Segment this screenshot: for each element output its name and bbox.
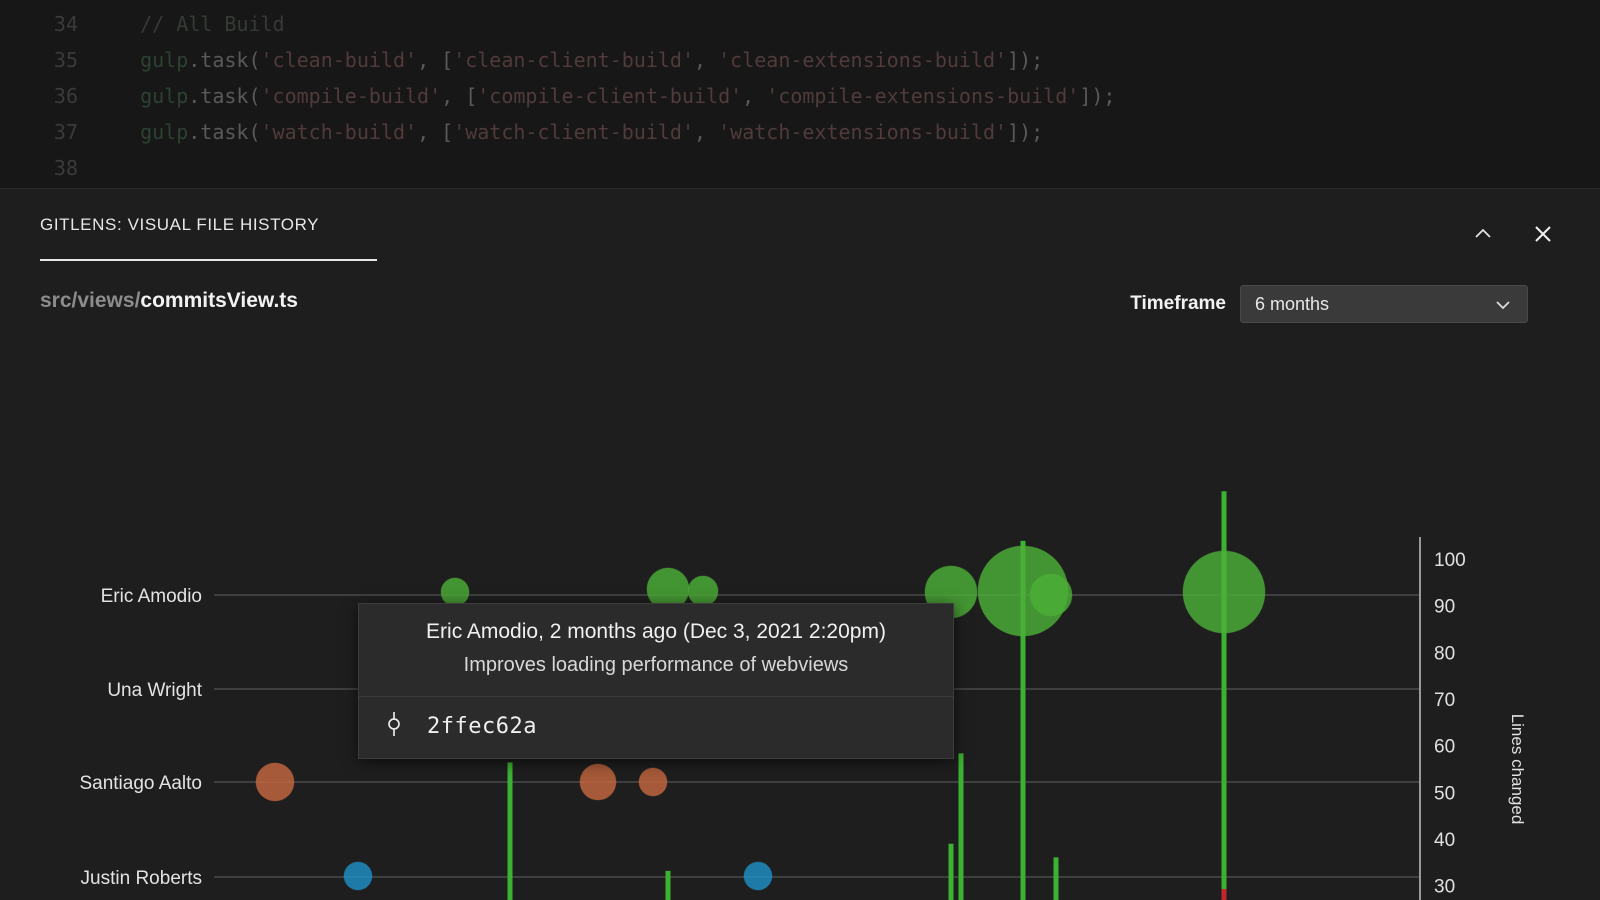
code-token (116, 84, 140, 108)
panel-title: GITLENS: VISUAL FILE HISTORY (40, 215, 319, 235)
y-tick-label-80: 80 (1434, 643, 1455, 664)
commit-tooltip: Eric Amodio, 2 months ago (Dec 3, 2021 2… (358, 603, 954, 759)
commit-bubble-7[interactable] (256, 763, 294, 801)
code-token: , (742, 84, 766, 108)
code-token: 'clean-extensions-build' (718, 48, 1007, 72)
code-token: ]); (1007, 120, 1043, 144)
code-line: 34 // All Build (0, 6, 285, 42)
commit-bubble-11[interactable] (744, 862, 772, 890)
code-token: , [ (441, 84, 477, 108)
tooltip-footer: 2ffec62a (359, 697, 953, 758)
code-token: , (694, 120, 718, 144)
commit-bubble-0[interactable] (441, 578, 469, 606)
tooltip-body: Eric Amodio, 2 months ago (Dec 3, 2021 2… (359, 604, 953, 696)
app-root: 34 // All Build35 gulp.task('clean-build… (0, 0, 1600, 900)
code-token: gulp (140, 120, 188, 144)
code-editor[interactable]: 34 // All Build35 gulp.task('clean-build… (0, 0, 1600, 189)
author-label-1: Una Wright (107, 680, 202, 701)
code-line: 37 gulp.task('watch-build', ['watch-clie… (0, 114, 1043, 150)
panel-actions (1470, 221, 1556, 247)
code-token: , [ (417, 48, 453, 72)
git-commit-icon (383, 711, 405, 742)
file-path-name: commitsView.ts (140, 289, 298, 312)
code-line: 36 gulp.task('compile-build', ['compile-… (0, 78, 1115, 114)
chevron-down-icon (1493, 297, 1513, 318)
line-number: 37 (0, 114, 78, 150)
y-tick-label-40: 40 (1434, 830, 1455, 851)
author-label-3: Justin Roberts (81, 868, 202, 889)
commit-bubble-5[interactable] (1030, 574, 1072, 616)
chevron-up-icon[interactable] (1470, 221, 1496, 247)
code-token: 'compile-extensions-build' (766, 84, 1079, 108)
code-token: , [ (417, 120, 453, 144)
code-token: , (694, 48, 718, 72)
timeframe-control: Timeframe 6 months (1130, 285, 1528, 323)
code-token: 'watch-extensions-build' (718, 120, 1007, 144)
code-token (116, 120, 140, 144)
timeframe-value: 6 months (1255, 294, 1329, 315)
commit-bubble-9[interactable] (639, 768, 667, 796)
panel-toolbar: src/views/commitsView.ts Timeframe 6 mon… (0, 283, 1600, 329)
code-token: 'compile-build' (261, 84, 442, 108)
code-line: 38 (0, 150, 116, 186)
line-number: 38 (0, 150, 78, 186)
timeframe-label: Timeframe (1130, 293, 1226, 315)
code-token: // All Build (116, 12, 285, 36)
timeframe-select[interactable]: 6 months (1240, 285, 1528, 323)
y-tick-label-50: 50 (1434, 783, 1455, 804)
commit-bubble-8[interactable] (580, 764, 616, 800)
commit-bubble-10[interactable] (344, 862, 372, 890)
code-token: gulp (140, 84, 188, 108)
code-token: 'watch-client-build' (453, 120, 694, 144)
code-token: .task( (188, 120, 260, 144)
tooltip-header: Eric Amodio, 2 months ago (Dec 3, 2021 2… (377, 618, 935, 646)
close-icon[interactable] (1530, 221, 1556, 247)
code-token: gulp (140, 48, 188, 72)
line-number: 35 (0, 42, 78, 78)
code-line: 35 gulp.task('clean-build', ['clean-clie… (0, 42, 1043, 78)
y-tick-label-30: 30 (1434, 877, 1455, 898)
author-label-2: Santiago Aalto (79, 773, 202, 794)
gitlens-panel: GITLENS: VISUAL FILE HISTORY src/ (0, 189, 1600, 900)
panel-header: GITLENS: VISUAL FILE HISTORY (0, 189, 1600, 259)
code-token: .task( (188, 84, 260, 108)
y-tick-label-100: 100 (1434, 550, 1466, 571)
tooltip-message: Improves loading performance of webviews (377, 650, 935, 680)
code-token: 'watch-build' (261, 120, 418, 144)
code-token: ]); (1007, 48, 1043, 72)
code-token: 'clean-build' (261, 48, 418, 72)
commit-bubble-6[interactable] (1183, 551, 1265, 633)
code-token: 'compile-client-build' (477, 84, 742, 108)
commit-bubble-2[interactable] (688, 576, 718, 606)
y-tick-label-90: 90 (1434, 597, 1455, 618)
line-number: 34 (0, 6, 78, 42)
y-tick-label-60: 60 (1434, 737, 1455, 758)
code-token (116, 48, 140, 72)
file-path-dir: src/views/ (40, 289, 140, 312)
line-number: 36 (0, 78, 78, 114)
y-axis-title: Lines changed (1508, 714, 1527, 825)
code-token: .task( (188, 48, 260, 72)
panel-title-underline (40, 259, 377, 261)
tooltip-sha[interactable]: 2ffec62a (427, 714, 537, 739)
code-token: ]); (1079, 84, 1115, 108)
file-path: src/views/commitsView.ts (40, 289, 298, 313)
code-token: 'clean-client-build' (453, 48, 694, 72)
y-tick-label-70: 70 (1434, 690, 1455, 711)
author-label-0: Eric Amodio (101, 586, 202, 607)
